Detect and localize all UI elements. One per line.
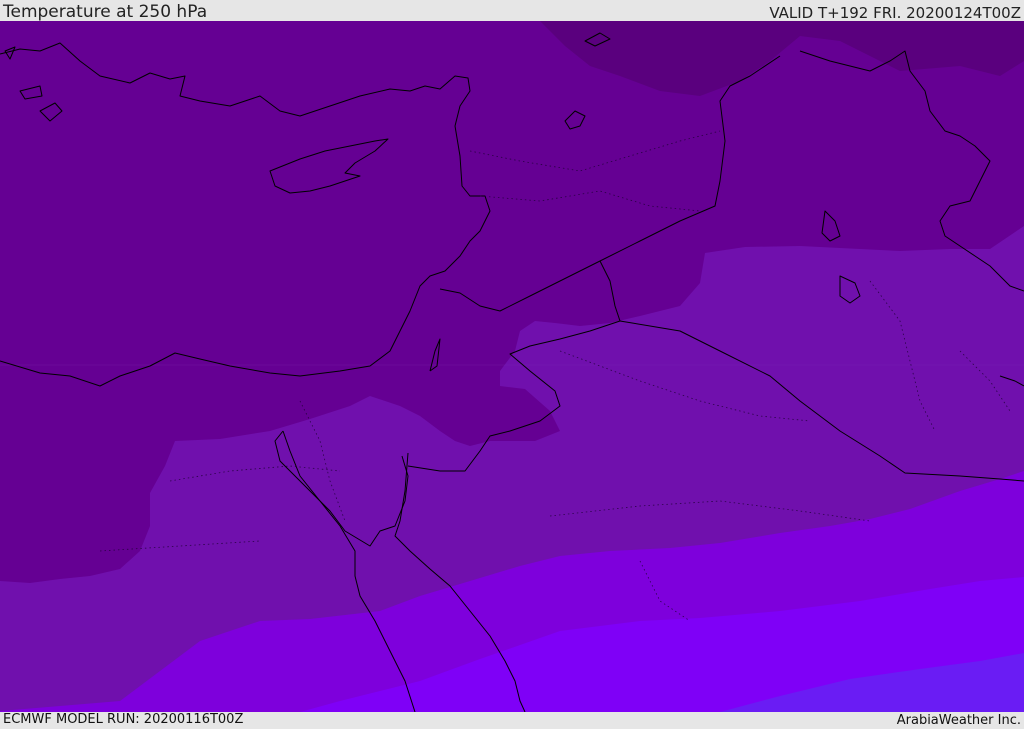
valid-time: VALID T+192 FRI. 20200124T00Z [769,4,1021,22]
credit-label: ArabiaWeather Inc. [896,713,1021,728]
footer-bar: ECMWF MODEL RUN: 20200116T00Z ArabiaWeat… [0,712,1024,729]
map-title: Temperature at 250 hPa [3,2,208,22]
temperature-map [0,21,1024,712]
model-run-label: ECMWF MODEL RUN: 20200116T00Z [3,712,244,727]
title-bar: Temperature at 250 hPa VALID T+192 FRI. … [0,0,1024,21]
